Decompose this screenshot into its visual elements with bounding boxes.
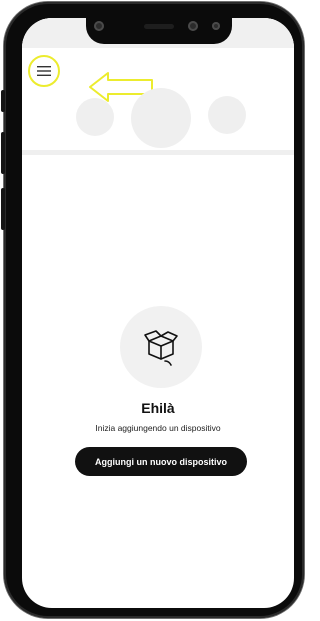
menu-button[interactable]	[28, 55, 60, 87]
empty-state-subtitle: Inizia aggiungendo un dispositivo	[95, 423, 221, 433]
hamburger-menu-icon	[37, 66, 51, 76]
screenshot: Ehilà Inizia aggiungendo un dispositivo …	[0, 0, 309, 621]
empty-state-title: Ehilà	[141, 400, 175, 416]
add-device-button[interactable]: Aggiungi un nuovo dispositivo	[75, 447, 247, 476]
device-placeholder-right	[208, 96, 246, 134]
camera-lens-right	[212, 22, 220, 30]
camera-lens-left	[94, 21, 104, 31]
mute-switch	[1, 90, 5, 112]
open-box-icon	[144, 330, 178, 366]
device-placeholder-left	[76, 98, 114, 136]
device-placeholder-center	[131, 88, 191, 148]
volume-down-button	[1, 188, 5, 230]
app-screen: Ehilà Inizia aggiungendo un dispositivo …	[22, 18, 294, 608]
camera-lens-center	[188, 21, 198, 31]
phone-notch	[86, 14, 232, 44]
earpiece-speaker	[144, 24, 174, 29]
volume-up-button	[1, 132, 5, 174]
phone-frame: Ehilà Inizia aggiungendo un dispositivo …	[1, 2, 304, 618]
empty-state-icon-container	[120, 306, 202, 388]
